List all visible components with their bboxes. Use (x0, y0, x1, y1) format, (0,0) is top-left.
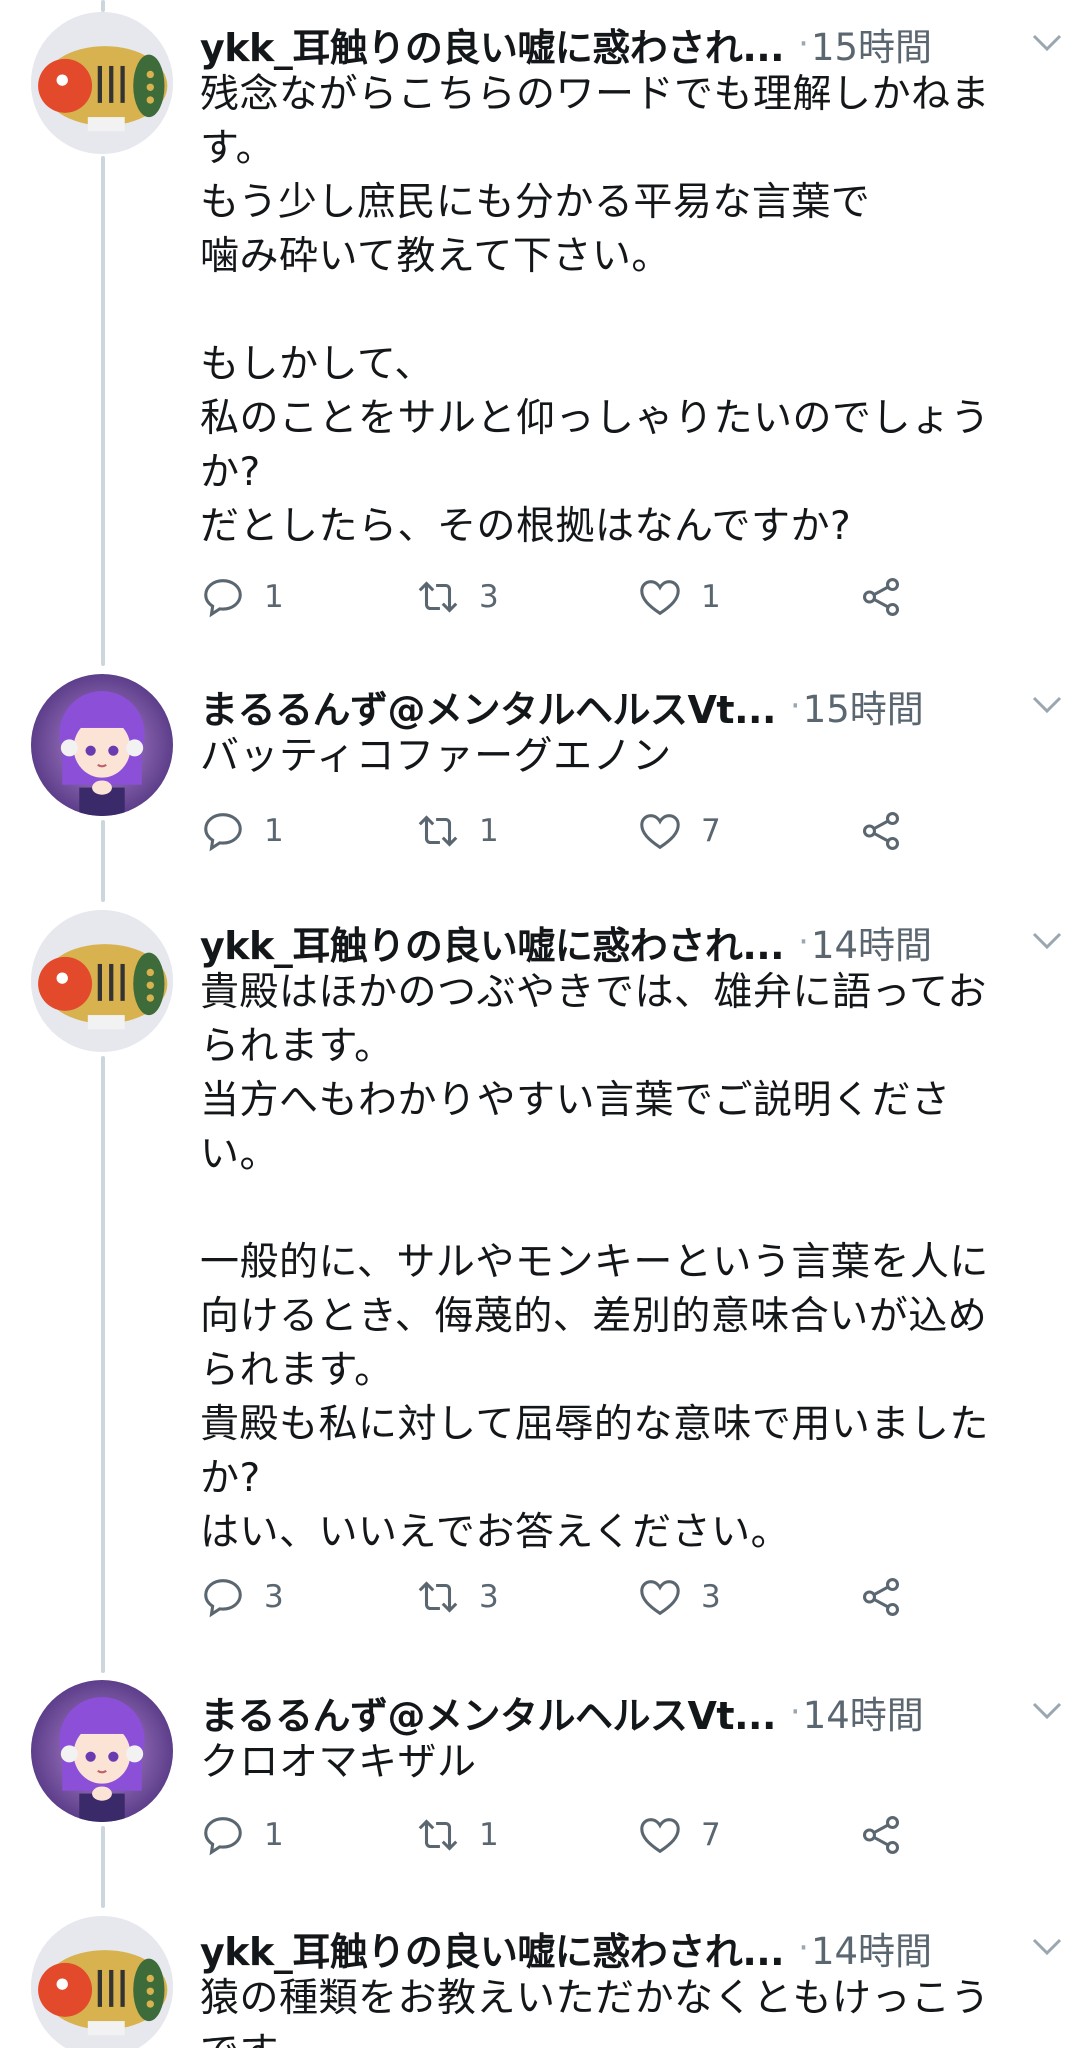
like-count: 3 (701, 1579, 721, 1615)
retweet-count: 3 (479, 579, 499, 615)
tweet[interactable]: ykk_耳触りの良い嘘に惑わされ... · 14時間 猿の種類をお教えいただかな… (0, 1916, 1083, 2048)
reply-icon (204, 579, 242, 618)
retweet-icon (418, 1581, 458, 1613)
reply-count: 1 (264, 579, 284, 615)
vtuber-avatar-icon (31, 674, 173, 816)
retweet-count: 1 (479, 1817, 499, 1853)
heart-icon (640, 814, 680, 850)
retweet-icon (418, 1819, 458, 1851)
reply-count: 3 (264, 1579, 284, 1615)
chevron-down-icon[interactable] (1029, 1695, 1065, 1725)
tweet[interactable]: ykk_耳触りの良い嘘に惑わされ... · 15時間 残念ながらこちらのワードで… (0, 12, 1083, 652)
reply-icon (204, 1817, 242, 1856)
timestamp[interactable]: 14時間 (811, 1921, 932, 1975)
tweet[interactable]: ykk_耳触りの良い嘘に惑わされ... · 14時間 貴殿はほかのつぶやきでは、… (0, 910, 1083, 1660)
tweet-text: 貴殿はほかのつぶやきでは、雄弁に語ってお られます。 当方へもわかりやすい言葉で… (200, 970, 989, 1555)
like-button[interactable]: 3 (637, 1570, 721, 1624)
chevron-down-icon[interactable] (1029, 689, 1065, 719)
separator-dot: · (798, 1928, 809, 1968)
timestamp[interactable]: 14時間 (803, 1685, 924, 1739)
chevron-down-icon[interactable] (1029, 1931, 1065, 1961)
action-bar: 1 3 1 (200, 570, 920, 624)
reply-button[interactable]: 1 (200, 804, 284, 858)
reply-count: 1 (264, 813, 284, 849)
like-count: 7 (701, 1817, 721, 1853)
tweet-text: バッティコファーグエノン (200, 734, 672, 779)
tweet[interactable]: まるるんず@メンタルヘルスVt... · 15時間 バッティコファーグエノン 1… (0, 674, 1083, 854)
fish-mascot-icon (31, 12, 173, 154)
timestamp[interactable]: 15時間 (803, 679, 924, 733)
chevron-down-icon[interactable] (1029, 925, 1065, 955)
avatar-ykk[interactable] (31, 12, 173, 154)
reply-count: 1 (264, 1817, 284, 1853)
separator-dot: · (789, 1692, 801, 1732)
share-button[interactable] (858, 1570, 904, 1624)
avatar-maru[interactable] (31, 674, 173, 816)
action-bar: 1 1 7 (200, 1808, 920, 1862)
tweet-text: 残念ながらこちらのワードでも理解しかねま す。 もう少し庶民にも分かる平易な言葉… (200, 72, 991, 549)
reply-icon (204, 813, 242, 852)
share-icon (862, 1578, 900, 1616)
separator-dot: · (798, 922, 809, 962)
author-name[interactable]: ykk_耳触りの良い嘘に惑わされ... (200, 1921, 784, 1976)
avatar-maru[interactable] (31, 1680, 173, 1822)
retweet-count: 1 (479, 813, 499, 849)
retweet-button[interactable]: 3 (415, 570, 499, 624)
avatar-ykk[interactable] (31, 910, 173, 1052)
tweet-text: 猿の種類をお教えいただかなくともけっこう です。 (200, 1976, 991, 2048)
action-bar: 3 3 3 (200, 1570, 920, 1624)
action-bar: 1 1 7 (200, 804, 920, 858)
separator-dot: · (798, 24, 809, 64)
retweet-icon (418, 581, 458, 613)
like-button[interactable]: 7 (637, 1808, 721, 1862)
tweet[interactable]: まるるんず@メンタルヘルスVt... · 14時間 クロオマキザル 1 1 7 (0, 1680, 1083, 1860)
share-icon (862, 1816, 900, 1854)
retweet-button[interactable]: 1 (415, 804, 499, 858)
retweet-button[interactable]: 1 (415, 1808, 499, 1862)
author-name[interactable]: ykk_耳触りの良い嘘に惑わされ... (200, 915, 784, 970)
like-count: 7 (701, 813, 721, 849)
separator-dot: · (789, 686, 801, 726)
vtuber-avatar-icon (31, 1680, 173, 1822)
chevron-down-icon[interactable] (1029, 27, 1065, 57)
timestamp[interactable]: 14時間 (811, 915, 932, 969)
retweet-button[interactable]: 3 (415, 1570, 499, 1624)
share-icon (862, 578, 900, 616)
fish-mascot-icon (31, 910, 173, 1052)
avatar-ykk[interactable] (31, 1916, 173, 2048)
author-name[interactable]: ykk_耳触りの良い嘘に惑わされ... (200, 17, 784, 72)
author-name[interactable]: まるるんず@メンタルヘルスVt... (200, 679, 776, 734)
thread-line (101, 0, 105, 12)
reply-button[interactable]: 3 (200, 1570, 284, 1624)
share-button[interactable] (858, 804, 904, 858)
retweet-icon (418, 815, 458, 847)
reply-button[interactable]: 1 (200, 1808, 284, 1862)
retweet-count: 3 (479, 1579, 499, 1615)
tweet-text: クロオマキザル (200, 1740, 477, 1785)
share-button[interactable] (858, 570, 904, 624)
heart-icon (640, 1818, 680, 1854)
heart-icon (640, 580, 680, 616)
timestamp[interactable]: 15時間 (811, 17, 932, 71)
heart-icon (640, 1580, 680, 1616)
author-name[interactable]: まるるんず@メンタルヘルスVt... (200, 1685, 776, 1740)
like-count: 1 (701, 579, 721, 615)
like-button[interactable]: 1 (637, 570, 721, 624)
reply-icon (204, 1579, 242, 1618)
share-icon (862, 812, 900, 850)
share-button[interactable] (858, 1808, 904, 1862)
fish-mascot-icon (31, 1916, 173, 2048)
like-button[interactable]: 7 (637, 804, 721, 858)
reply-button[interactable]: 1 (200, 570, 284, 624)
